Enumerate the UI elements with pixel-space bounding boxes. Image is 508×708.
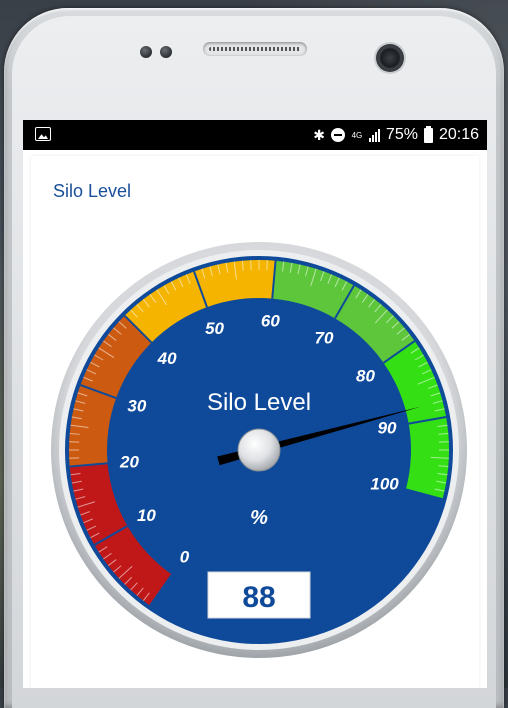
gauge-scale-label: 30 <box>127 397 146 416</box>
front-camera-icon <box>376 44 404 72</box>
proximity-sensor-icon <box>140 46 152 58</box>
earpiece-speaker <box>203 42 307 56</box>
gauge-scale-label: 80 <box>356 366 375 385</box>
gauge-scale-label: 40 <box>157 349 177 368</box>
silo-level-gauge: 0 10 20 30 40 50 60 70 80 90 100 Silo Level % 88 <box>23 120 487 688</box>
value-display: 88 <box>242 581 275 614</box>
gauge-scale-label: 20 <box>119 452 139 471</box>
light-sensor-icon <box>160 46 172 58</box>
gauge-scale-label: 90 <box>378 418 397 437</box>
gauge-unit: % <box>250 507 268 529</box>
gauge-scale-label: 100 <box>370 475 399 494</box>
gauge-scale-label: 50 <box>205 319 224 338</box>
gauge-widget: 0 10 20 30 40 50 60 70 80 90 100 Silo Level % 88 <box>23 120 487 688</box>
gauge-scale-label: 60 <box>261 311 280 330</box>
phone-screen: ✱ 4G 75% 20:16 Silo Level <box>23 120 487 688</box>
gauge-scale-label: 0 <box>180 547 190 566</box>
gauge-scale-label: 10 <box>137 506 156 525</box>
gauge-scale-label: 70 <box>315 328 334 347</box>
needle-hub <box>238 429 280 471</box>
gauge-title: Silo Level <box>207 389 311 416</box>
